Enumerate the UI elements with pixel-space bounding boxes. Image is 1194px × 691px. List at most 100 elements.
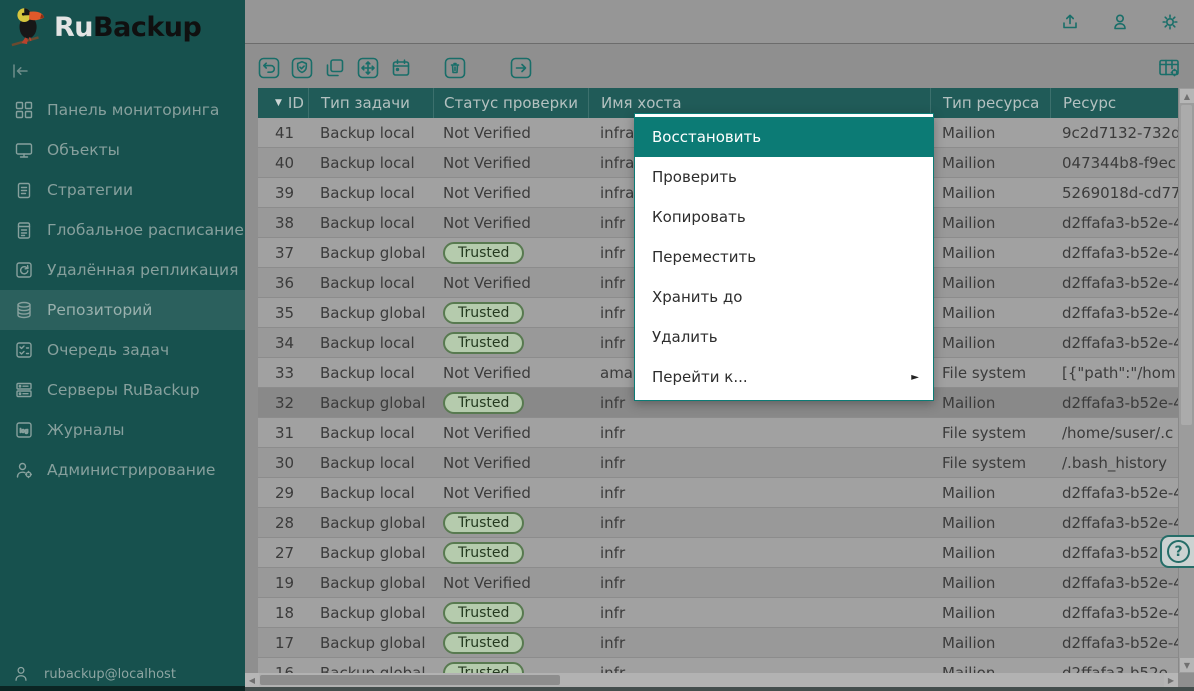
cell-verify-status: Not Verified xyxy=(433,178,588,207)
storage-period-button[interactable] xyxy=(390,57,412,79)
cell-verify-status: Not Verified xyxy=(433,418,588,447)
user-menu-button[interactable] xyxy=(1108,10,1132,34)
sidebar-item-administration[interactable]: Администрирование xyxy=(0,450,245,490)
cell-resource-type: Mailion xyxy=(930,598,1050,627)
restore-button[interactable] xyxy=(258,57,280,79)
table-row[interactable]: 28 Backup global Trusted infr Mailion d2… xyxy=(258,508,1178,538)
context-menu-item[interactable]: Хранить до xyxy=(635,277,933,317)
scroll-down-icon[interactable]: ▼ xyxy=(1180,658,1194,672)
cell-resource: d2ffafa3-b52e xyxy=(1050,658,1178,673)
cell-resource: [{"path":"/hom xyxy=(1050,358,1178,387)
scroll-up-icon[interactable]: ▲ xyxy=(1180,89,1194,103)
cell-resource: d2ffafa3-b52 xyxy=(1050,538,1178,567)
trusted-badge: Trusted xyxy=(443,242,524,264)
cell-verify-status: Not Verified xyxy=(433,148,588,177)
scroll-right-icon[interactable]: ▶ xyxy=(1164,673,1178,687)
cell-host: infr xyxy=(588,418,930,447)
table-row[interactable]: 27 Backup global Trusted infr Mailion d2… xyxy=(258,538,1178,568)
context-menu-item[interactable]: Перейти к...► xyxy=(635,357,933,397)
export-button[interactable] xyxy=(1058,10,1082,34)
cell-resource-type: Mailion xyxy=(930,268,1050,297)
sidebar-item-dashboard[interactable]: Панель мониторинга xyxy=(0,90,245,130)
sidebar-item-label: Администрирование xyxy=(47,461,215,479)
table-columns-settings-button[interactable] xyxy=(1158,57,1180,79)
cell-resource-type: Mailion xyxy=(930,148,1050,177)
sidebar-item-strategies[interactable]: Стратегии xyxy=(0,170,245,210)
current-user[interactable]: rubackup@localhost xyxy=(0,665,245,683)
column-header-id[interactable]: ▼ ID xyxy=(258,88,308,118)
table-row[interactable]: 18 Backup global Trusted infr Mailion d2… xyxy=(258,598,1178,628)
column-header-task-type[interactable]: Тип задачи xyxy=(308,88,433,118)
table-row[interactable]: 19 Backup global Not Verified infr Maili… xyxy=(258,568,1178,598)
sidebar-item-repository[interactable]: Репозиторий xyxy=(0,290,245,330)
sidebar-collapse-button[interactable] xyxy=(8,60,34,82)
sidebar-item-global-schedule[interactable]: Глобальное расписание xyxy=(0,210,245,250)
delete-button[interactable] xyxy=(444,57,466,79)
admin-icon xyxy=(14,460,34,480)
cell-resource-type: Mailion xyxy=(930,568,1050,597)
table-row[interactable]: 16 Backup global Trusted infr Mailion d2… xyxy=(258,658,1178,673)
context-menu-item[interactable]: Копировать xyxy=(635,197,933,237)
cell-verify-status: Trusted xyxy=(433,538,588,567)
help-button[interactable]: ? xyxy=(1160,535,1194,568)
cell-verify-status: Trusted xyxy=(433,658,588,673)
toucan-logo-icon xyxy=(10,6,48,48)
vertical-scrollbar[interactable]: ▲ ▼ xyxy=(1178,88,1194,673)
cell-resource: d2ffafa3-b52e-4 xyxy=(1050,388,1178,417)
sidebar-item-remote-replication[interactable]: Удалённая репликация xyxy=(0,250,245,290)
table-row[interactable]: 30 Backup local Not Verified infr File s… xyxy=(258,448,1178,478)
cell-id: 33 xyxy=(258,358,308,387)
table-row[interactable]: 31 Backup local Not Verified infr File s… xyxy=(258,418,1178,448)
cell-id: 18 xyxy=(258,598,308,627)
table-row[interactable]: 17 Backup global Trusted infr Mailion d2… xyxy=(258,628,1178,658)
context-menu-item[interactable]: Удалить xyxy=(635,317,933,357)
cell-task-type: Backup local xyxy=(308,448,433,477)
cell-resource: d2ffafa3-b52e-4 xyxy=(1050,298,1178,327)
context-menu-item[interactable]: Переместить xyxy=(635,237,933,277)
servers-icon xyxy=(14,380,34,400)
cell-host: infr xyxy=(588,538,930,567)
move-button[interactable] xyxy=(357,57,379,79)
cell-host: infr xyxy=(588,598,930,627)
settings-button[interactable] xyxy=(1158,10,1182,34)
dashboard-icon xyxy=(14,100,34,120)
cell-resource-type: File system xyxy=(930,448,1050,477)
table-row[interactable]: 29 Backup local Not Verified infr Mailio… xyxy=(258,478,1178,508)
sidebar-item-label: Серверы RuBackup xyxy=(47,381,200,399)
cell-verify-status: Trusted xyxy=(433,328,588,357)
cell-resource: 5269018d-cd77 xyxy=(1050,178,1178,207)
copy-button[interactable] xyxy=(324,57,346,79)
horizontal-scrollbar-thumb[interactable] xyxy=(260,675,560,685)
gear-icon xyxy=(1159,11,1181,33)
sidebar-item-task-queue[interactable]: Очередь задач xyxy=(0,330,245,370)
cell-resource: /home/suser/.c xyxy=(1050,418,1178,447)
column-header-resource[interactable]: Ресурс xyxy=(1050,88,1178,118)
cell-verify-status: Trusted xyxy=(433,238,588,267)
sidebar-item-logs[interactable]: log Журналы xyxy=(0,410,245,450)
sidebar-item-objects[interactable]: Объекты xyxy=(0,130,245,170)
app-logo: RuBackup xyxy=(0,0,245,50)
cell-task-type: Backup global xyxy=(308,508,433,537)
table-columns-settings-icon xyxy=(1158,57,1180,79)
column-header-resource-type[interactable]: Тип ресурса xyxy=(930,88,1050,118)
sidebar-item-servers[interactable]: Серверы RuBackup xyxy=(0,370,245,410)
context-menu-item[interactable]: Восстановить xyxy=(635,117,933,157)
cell-id: 30 xyxy=(258,448,308,477)
scroll-left-icon[interactable]: ◀ xyxy=(245,673,259,687)
cell-task-type: Backup local xyxy=(308,268,433,297)
cell-task-type: Backup local xyxy=(308,358,433,387)
cell-verify-status: Trusted xyxy=(433,508,588,537)
horizontal-scrollbar[interactable]: ◀ ▶ xyxy=(245,673,1178,687)
cell-verify-status: Trusted xyxy=(433,298,588,327)
column-header-verify-status[interactable]: Статус проверки xyxy=(433,88,588,118)
trusted-badge: Trusted xyxy=(443,662,524,674)
cell-resource-type: Mailion xyxy=(930,238,1050,267)
open-copy-button[interactable] xyxy=(510,57,532,79)
verify-button[interactable] xyxy=(291,57,313,79)
trash-icon xyxy=(444,57,466,79)
cell-task-type: Backup local xyxy=(308,418,433,447)
vertical-scrollbar-thumb[interactable] xyxy=(1181,105,1192,425)
context-menu-item[interactable]: Проверить xyxy=(635,157,933,197)
topbar xyxy=(245,0,1194,44)
cell-verify-status: Not Verified xyxy=(433,568,588,597)
